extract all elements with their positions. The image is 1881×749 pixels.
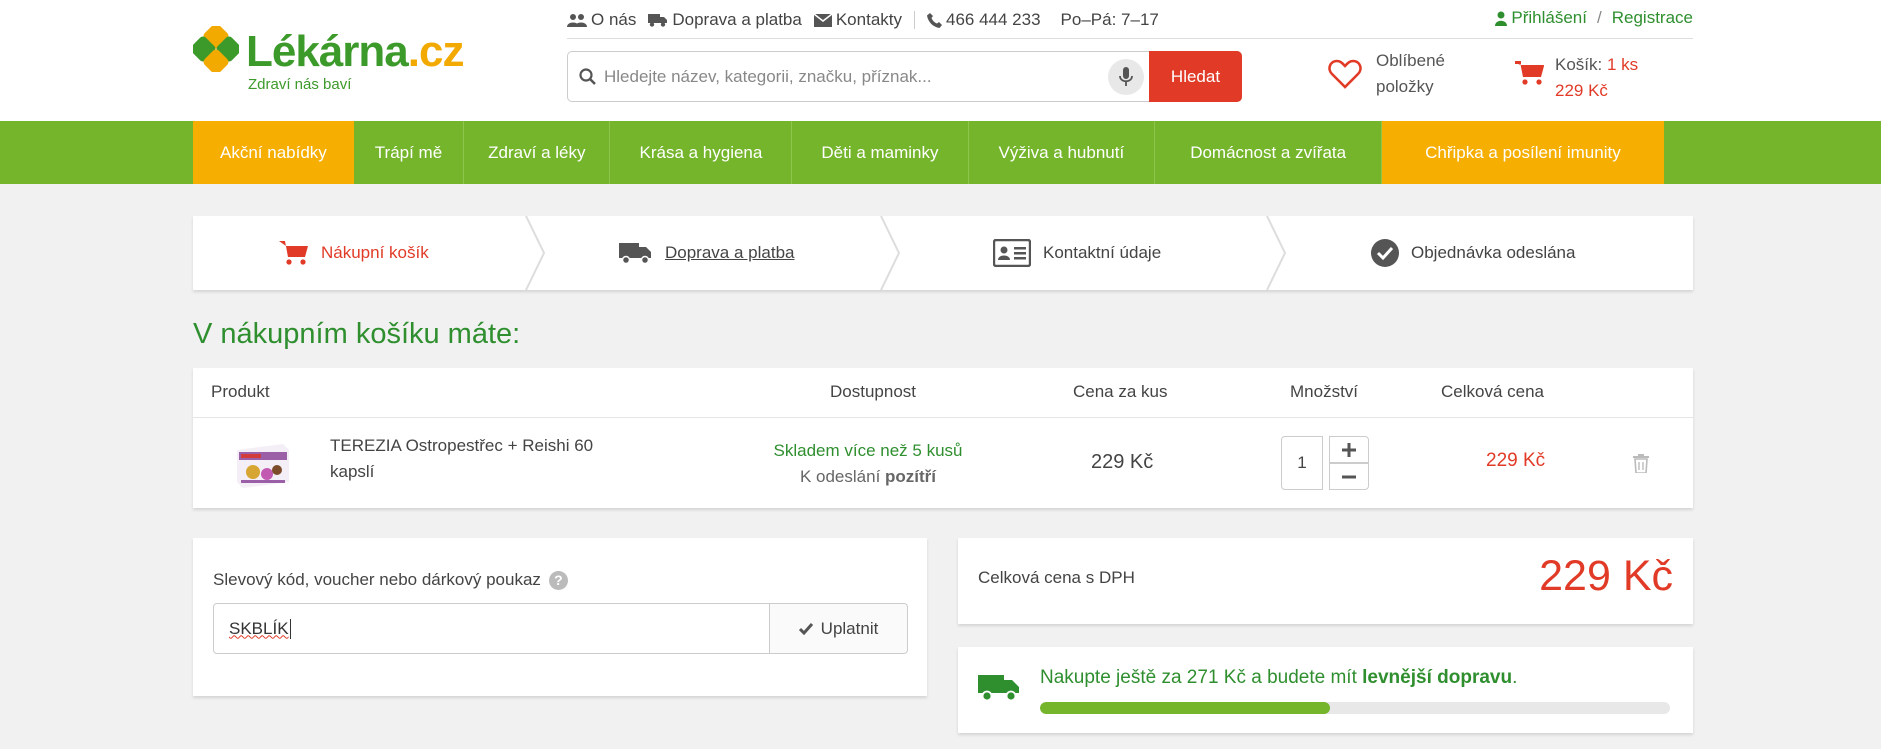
cart-total: 229 Kč [1555,81,1608,100]
nav-item-kids[interactable]: Děti a maminky [792,121,969,184]
separator: / [1597,8,1602,27]
column-header-unit-price: Cena za kus [1073,382,1168,401]
unit-price: 229 Kč [1091,451,1154,473]
opening-hours: Po–Pá: 7–17 [1060,10,1159,29]
users-icon [567,14,587,27]
apply-voucher-button[interactable]: Uplatnit [769,603,908,654]
heart-icon [1328,59,1362,89]
cart-icon [1515,61,1544,85]
row-total: 229 Kč [1486,450,1546,471]
shipping-progress-bar [1040,702,1670,714]
quantity-decrease-button[interactable] [1329,463,1369,490]
nav-item-beauty[interactable]: Krása a hygiena [610,121,793,184]
check-icon [798,622,813,635]
about-link[interactable]: O nás [567,10,636,30]
cart-icon [279,241,308,265]
truck-icon [648,14,668,27]
product-image[interactable] [233,438,291,488]
trash-icon[interactable] [1633,454,1649,473]
favorites-link[interactable]: Oblíbené položky [1328,48,1445,100]
column-header-product: Produkt [211,382,270,401]
cart-count: 1 ks [1606,55,1639,74]
step-contact[interactable]: Kontaktní údaje [993,216,1161,290]
quantity-input[interactable]: 1 [1281,436,1323,490]
search-icon [579,68,596,85]
column-header-availability: Dostupnost [830,382,916,401]
shipping-progress-fill [1040,702,1330,714]
phone-icon [927,12,942,28]
minus-icon [1342,475,1356,478]
order-total-box: Celková cena s DPH 229 Kč [958,538,1693,624]
logo-tagline: Zdraví nás baví [248,76,352,93]
step-divider [525,216,546,290]
stock-status: Skladem více než 5 kusů [773,441,963,460]
top-divider [567,38,1693,39]
voucher-label: Slevový kód, voucher nebo dárkový poukaz… [213,570,568,590]
plus-icon [1342,442,1356,457]
page-title: V nákupním košíku máte: [193,318,521,350]
contacts-link[interactable]: Kontakty [813,10,902,30]
nav-item-deals[interactable]: Akční nabídky [193,121,354,184]
logo-mark-icon [193,26,239,72]
id-card-icon [993,239,1031,267]
help-icon[interactable]: ? [548,570,568,590]
truck-icon [978,675,1019,702]
header: Lékárna.cz Zdraví nás baví O nás Doprava… [0,0,1881,121]
step-done[interactable]: Objednávka odeslána [1371,216,1575,290]
checkout-steps: Nákupní košík Doprava a platba Kontaktní… [193,216,1693,290]
divider [914,11,915,29]
quantity-increase-button[interactable] [1329,436,1369,463]
login-link[interactable]: Přihlášení [1511,8,1587,28]
search-input[interactable] [604,66,1104,87]
step-cart[interactable]: Nákupní košík [279,216,429,290]
step-divider [1266,216,1287,290]
step-shipping[interactable]: Doprava a platba [619,216,794,290]
cart-summary[interactable]: Košík: 1 ks 229 Kč [1515,52,1638,104]
logo[interactable]: Lékárna.cz Zdraví nás baví [193,26,483,96]
user-icon [1495,11,1508,26]
nav-item-problems[interactable]: Trápí mě [354,121,465,184]
nav-item-flu[interactable]: Chřipka a posílení imunity [1382,121,1664,184]
logo-text: Lékárna.cz [246,27,464,76]
nav-item-nutrition[interactable]: Výživa a hubnutí [969,121,1156,184]
nav-item-health[interactable]: Zdraví a léky [464,121,611,184]
favorites-label: Oblíbené položky [1376,51,1445,96]
account-links: Přihlášení / Registrace [1495,8,1693,28]
voucher-input[interactable]: SKBLÍK [213,603,770,654]
check-circle-icon [1371,239,1399,267]
top-info-bar: O nás Doprava a platba Kontakty 466 444 … [567,8,1171,32]
step-divider [880,216,901,290]
phone[interactable]: 466 444 233 [927,10,1041,30]
envelope-icon [813,13,832,27]
search-box [567,51,1242,102]
nav-item-home[interactable]: Domácnost a zvířata [1155,121,1383,184]
voucher-box: Slevový kód, voucher nebo dárkový poukaz… [193,538,927,696]
column-header-quantity: Množství [1290,382,1359,401]
search-button[interactable]: Hledat [1149,51,1242,102]
cart-table: Produkt Dostupnost Cena za kus Množství … [193,368,1693,508]
dispatch-info: K odeslání pozítří [799,467,937,486]
truck-icon [619,243,651,265]
order-total-label: Celková cena s DPH [978,568,1135,587]
microphone-icon [1119,67,1133,86]
shipping-link[interactable]: Doprava a platba [648,10,802,30]
shipping-promo: Nakupte ještě za 271 Kč a budete mít lev… [958,647,1693,733]
shipping-promo-text: Nakupte ještě za 271 Kč a budete mít lev… [1040,667,1518,688]
product-name-link[interactable]: TEREZIA Ostropestřec + Reishi 60 kapslí [330,433,630,485]
register-link[interactable]: Registrace [1612,8,1693,28]
column-header-total: Celková cena [1441,382,1545,401]
cart-text: Košík: 1 ks 229 Kč [1555,52,1638,104]
microphone-button[interactable] [1108,59,1144,95]
order-total-value: 229 Kč [1539,552,1673,600]
main-nav: Akční nabídky Trápí mě Zdraví a léky Krá… [0,121,1881,184]
header-divider [193,417,1693,418]
availability: Skladem více než 5 kusů K odeslání pozít… [733,438,1003,490]
